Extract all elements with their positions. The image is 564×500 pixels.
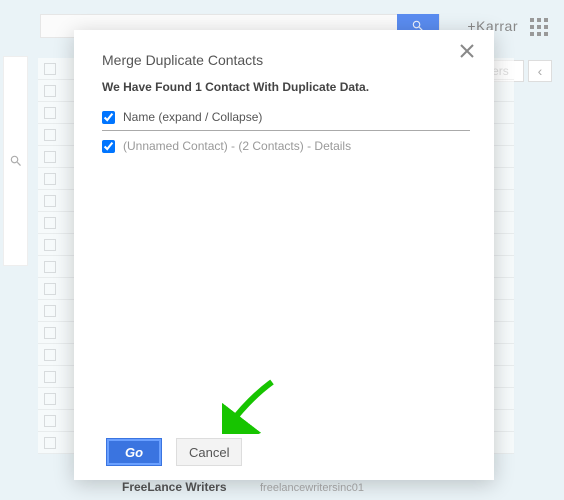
close-icon [460,44,474,58]
header-label: Name (expand / Collapse) [123,110,262,124]
header-row: Name (expand / Collapse) [102,104,470,131]
left-rail [3,56,28,266]
scrollbar[interactable]: ▲ ▼ [456,131,468,428]
chevron-left-icon: ‹ [528,60,552,82]
scroll-down-icon[interactable]: ▼ [456,414,468,428]
bg-contact-email: freelancewritersinc01 [260,482,364,494]
contact-row-label: (Unnamed Contact) - (2 Contacts) - Detai… [123,139,351,153]
apps-grid-icon [530,18,548,36]
contact-checkbox[interactable] [102,140,115,153]
modal-actions: Go Cancel [102,428,470,466]
close-button[interactable] [460,44,478,62]
bg-contact-name: FreeLance Writers [122,480,227,494]
scroll-up-icon[interactable]: ▲ [456,131,468,145]
merge-duplicates-modal: Merge Duplicate Contacts We Have Found 1… [74,30,494,480]
modal-subtitle: We Have Found 1 Contact With Duplicate D… [102,80,470,94]
duplicate-contact-row[interactable]: (Unnamed Contact) - (2 Contacts) - Detai… [102,131,456,161]
go-button[interactable]: Go [106,438,162,466]
cancel-button[interactable]: Cancel [176,438,242,466]
search-icon [9,154,23,168]
contacts-scroll-region: (Unnamed Contact) - (2 Contacts) - Detai… [102,131,470,428]
select-all-checkbox[interactable] [102,111,115,124]
modal-title: Merge Duplicate Contacts [102,52,470,68]
